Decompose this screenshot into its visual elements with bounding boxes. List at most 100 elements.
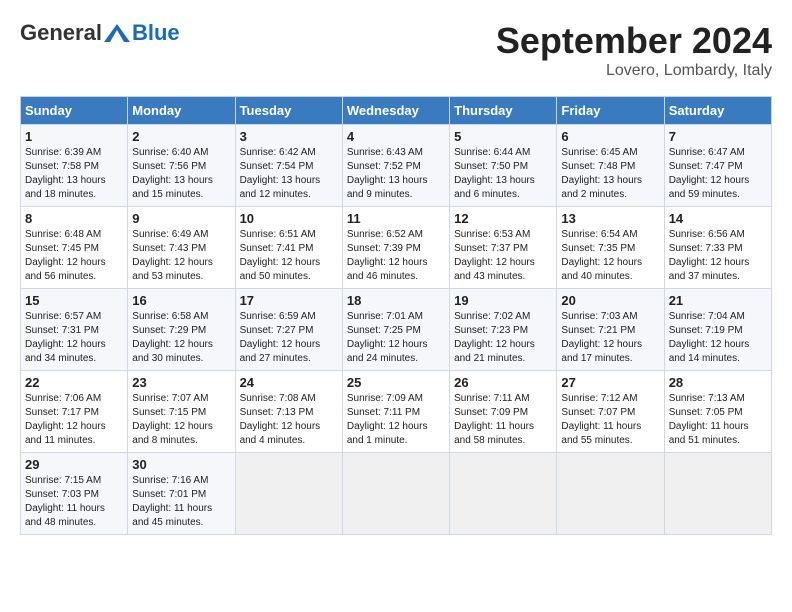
day-number: 24: [240, 375, 338, 390]
cell-info: Sunrise: 7:09 AMSunset: 7:11 PMDaylight:…: [347, 392, 445, 448]
logo-icon: [104, 24, 130, 42]
cell-info: Sunrise: 6:40 AMSunset: 7:56 PMDaylight:…: [132, 146, 230, 202]
day-number: 10: [240, 211, 338, 226]
day-number: 11: [347, 211, 445, 226]
logo: General Blue: [20, 20, 180, 46]
day-number: 16: [132, 293, 230, 308]
day-number: 19: [454, 293, 552, 308]
calendar-cell: 22Sunrise: 7:06 AMSunset: 7:17 PMDayligh…: [21, 371, 128, 453]
weekday-header: Thursday: [450, 97, 557, 125]
day-number: 20: [561, 293, 659, 308]
calendar-week-row: 22Sunrise: 7:06 AMSunset: 7:17 PMDayligh…: [21, 371, 772, 453]
cell-info: Sunrise: 6:56 AMSunset: 7:33 PMDaylight:…: [669, 228, 767, 284]
calendar-cell: 30 Sunrise: 7:16 AMSunset: 7:01 PMDayligh…: [128, 453, 235, 535]
cell-info: Sunrise: 7:13 AMSunset: 7:05 PMDaylight:…: [669, 392, 767, 448]
title-block: September 2024 Lovero, Lombardy, Italy: [496, 20, 772, 80]
cell-info: Sunrise: 7:08 AMSunset: 7:13 PMDaylight:…: [240, 392, 338, 448]
cell-info: Sunrise: 7:02 AMSunset: 7:23 PMDaylight:…: [454, 310, 552, 366]
calendar-cell: 24 Sunrise: 7:08 AMSunset: 7:13 PMDayligh…: [235, 371, 342, 453]
cell-info: Sunrise: 6:49 AMSunset: 7:43 PMDaylight:…: [132, 228, 230, 284]
weekday-header: Wednesday: [342, 97, 449, 125]
calendar-cell: 23Sunrise: 7:07 AMSunset: 7:15 PMDayligh…: [128, 371, 235, 453]
cell-info: Sunrise: 6:48 AMSunset: 7:45 PMDaylight:…: [25, 228, 123, 284]
logo-general-text: General: [20, 20, 102, 46]
calendar-cell: [342, 453, 449, 535]
calendar-cell: [557, 453, 664, 535]
day-number: 28: [669, 375, 767, 390]
day-number: 25: [347, 375, 445, 390]
calendar-cell: 8 Sunrise: 6:48 AMSunset: 7:45 PMDaylight…: [21, 207, 128, 289]
day-number: 4: [347, 129, 445, 144]
calendar-cell: 27 Sunrise: 7:12 AMSunset: 7:07 PMDayligh…: [557, 371, 664, 453]
month-title: September 2024: [496, 20, 772, 62]
day-number: 12: [454, 211, 552, 226]
weekday-header: Monday: [128, 97, 235, 125]
calendar-cell: 2 Sunrise: 6:40 AMSunset: 7:56 PMDaylight…: [128, 125, 235, 207]
calendar-table: SundayMondayTuesdayWednesdayThursdayFrid…: [20, 96, 772, 535]
calendar-week-row: 8 Sunrise: 6:48 AMSunset: 7:45 PMDaylight…: [21, 207, 772, 289]
calendar-cell: 9 Sunrise: 6:49 AMSunset: 7:43 PMDaylight…: [128, 207, 235, 289]
weekday-header: Sunday: [21, 97, 128, 125]
cell-info: Sunrise: 7:12 AMSunset: 7:07 PMDaylight:…: [561, 392, 659, 448]
day-number: 7: [669, 129, 767, 144]
logo-blue-text: Blue: [132, 20, 180, 46]
calendar-cell: 1 Sunrise: 6:39 AMSunset: 7:58 PMDaylight…: [21, 125, 128, 207]
cell-info: Sunrise: 7:01 AMSunset: 7:25 PMDaylight:…: [347, 310, 445, 366]
day-number: 29: [25, 457, 123, 472]
cell-info: Sunrise: 6:53 AMSunset: 7:37 PMDaylight:…: [454, 228, 552, 284]
day-number: 26: [454, 375, 552, 390]
calendar-cell: 11 Sunrise: 6:52 AMSunset: 7:39 PMDayligh…: [342, 207, 449, 289]
day-number: 6: [561, 129, 659, 144]
day-number: 17: [240, 293, 338, 308]
calendar-cell: 16 Sunrise: 6:58 AMSunset: 7:29 PMDayligh…: [128, 289, 235, 371]
weekday-header: Friday: [557, 97, 664, 125]
weekday-header-row: SundayMondayTuesdayWednesdayThursdayFrid…: [21, 97, 772, 125]
day-number: 1: [25, 129, 123, 144]
cell-info: Sunrise: 7:07 AMSunset: 7:15 PMDaylight:…: [132, 392, 230, 448]
calendar-cell: 28 Sunrise: 7:13 AMSunset: 7:05 PMDayligh…: [664, 371, 771, 453]
day-number: 30: [132, 457, 230, 472]
calendar-cell: 25 Sunrise: 7:09 AMSunset: 7:11 PMDayligh…: [342, 371, 449, 453]
calendar-week-row: 15 Sunrise: 6:57 AMSunset: 7:31 PMDayligh…: [21, 289, 772, 371]
calendar-cell: 17 Sunrise: 6:59 AMSunset: 7:27 PMDayligh…: [235, 289, 342, 371]
cell-info: Sunrise: 6:57 AMSunset: 7:31 PMDaylight:…: [25, 310, 123, 366]
calendar-cell: [664, 453, 771, 535]
day-number: 3: [240, 129, 338, 144]
day-number: 27: [561, 375, 659, 390]
calendar-cell: 10 Sunrise: 6:51 AMSunset: 7:41 PMDayligh…: [235, 207, 342, 289]
day-number: 15: [25, 293, 123, 308]
cell-info: Sunrise: 6:42 AMSunset: 7:54 PMDaylight:…: [240, 146, 338, 202]
calendar-cell: 29Sunrise: 7:15 AMSunset: 7:03 PMDayligh…: [21, 453, 128, 535]
day-number: 22: [25, 375, 123, 390]
cell-info: Sunrise: 7:03 AMSunset: 7:21 PMDaylight:…: [561, 310, 659, 366]
day-number: 14: [669, 211, 767, 226]
calendar-week-row: 29Sunrise: 7:15 AMSunset: 7:03 PMDayligh…: [21, 453, 772, 535]
cell-info: Sunrise: 6:44 AMSunset: 7:50 PMDaylight:…: [454, 146, 552, 202]
cell-info: Sunrise: 6:58 AMSunset: 7:29 PMDaylight:…: [132, 310, 230, 366]
cell-info: Sunrise: 7:11 AMSunset: 7:09 PMDaylight:…: [454, 392, 552, 448]
location-title: Lovero, Lombardy, Italy: [496, 62, 772, 80]
day-number: 9: [132, 211, 230, 226]
cell-info: Sunrise: 7:16 AMSunset: 7:01 PMDaylight:…: [132, 474, 230, 530]
calendar-cell: 7 Sunrise: 6:47 AMSunset: 7:47 PMDaylight…: [664, 125, 771, 207]
day-number: 8: [25, 211, 123, 226]
calendar-week-row: 1 Sunrise: 6:39 AMSunset: 7:58 PMDaylight…: [21, 125, 772, 207]
cell-info: Sunrise: 6:52 AMSunset: 7:39 PMDaylight:…: [347, 228, 445, 284]
cell-info: Sunrise: 7:04 AMSunset: 7:19 PMDaylight:…: [669, 310, 767, 366]
cell-info: Sunrise: 6:51 AMSunset: 7:41 PMDaylight:…: [240, 228, 338, 284]
day-number: 5: [454, 129, 552, 144]
day-number: 2: [132, 129, 230, 144]
cell-info: Sunrise: 6:43 AMSunset: 7:52 PMDaylight:…: [347, 146, 445, 202]
cell-info: Sunrise: 6:39 AMSunset: 7:58 PMDaylight:…: [25, 146, 123, 202]
calendar-cell: [235, 453, 342, 535]
calendar-cell: 4 Sunrise: 6:43 AMSunset: 7:52 PMDaylight…: [342, 125, 449, 207]
calendar-cell: 15 Sunrise: 6:57 AMSunset: 7:31 PMDayligh…: [21, 289, 128, 371]
weekday-header: Saturday: [664, 97, 771, 125]
cell-info: Sunrise: 6:47 AMSunset: 7:47 PMDaylight:…: [669, 146, 767, 202]
calendar-cell: 3 Sunrise: 6:42 AMSunset: 7:54 PMDaylight…: [235, 125, 342, 207]
calendar-cell: 14 Sunrise: 6:56 AMSunset: 7:33 PMDayligh…: [664, 207, 771, 289]
page-header: General Blue September 2024 Lovero, Lomb…: [20, 20, 772, 80]
cell-info: Sunrise: 6:59 AMSunset: 7:27 PMDaylight:…: [240, 310, 338, 366]
calendar-cell: 19 Sunrise: 7:02 AMSunset: 7:23 PMDayligh…: [450, 289, 557, 371]
cell-info: Sunrise: 6:45 AMSunset: 7:48 PMDaylight:…: [561, 146, 659, 202]
